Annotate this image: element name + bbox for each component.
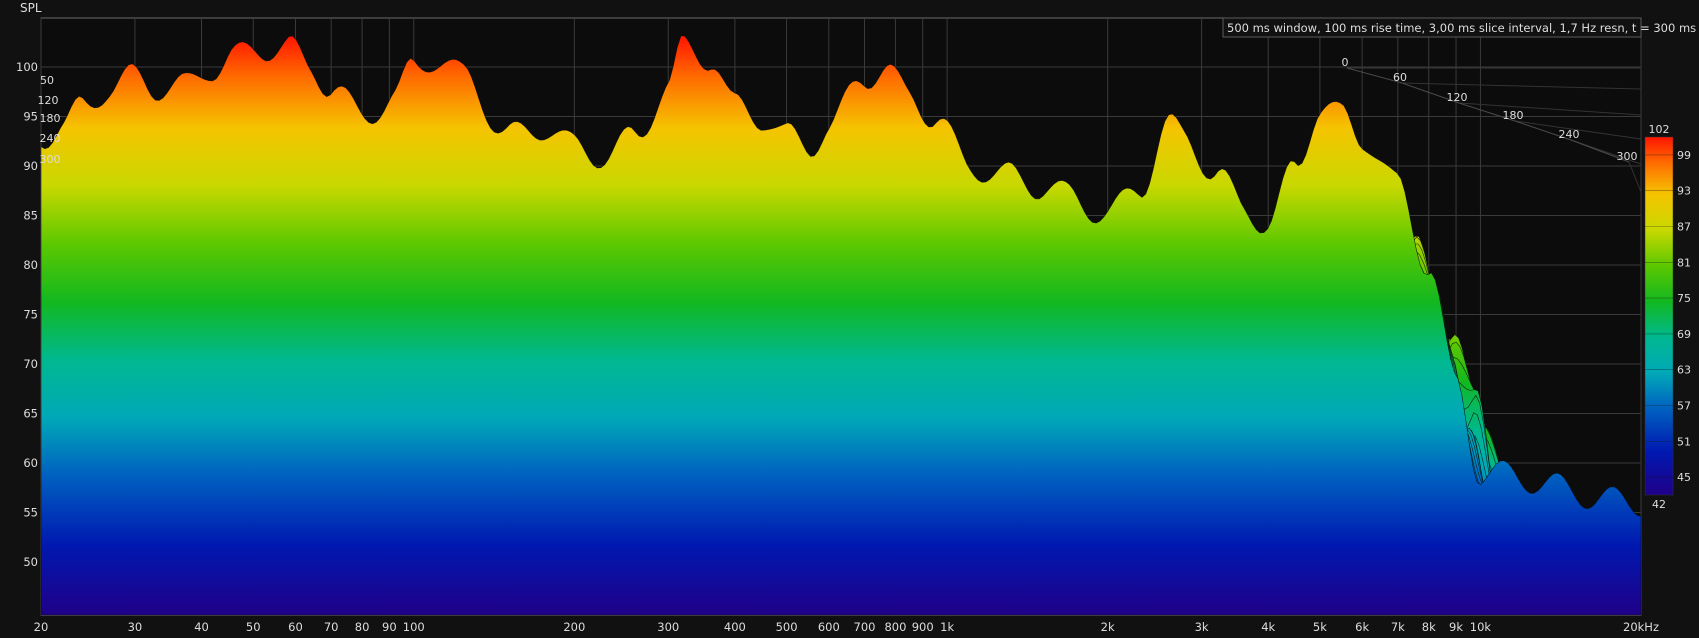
colorbar-tick-label: 99 [1677, 149, 1691, 162]
x-tick-label: 700 [854, 620, 876, 634]
x-tick-label: 2k [1101, 620, 1115, 634]
x-tick-label: 4k [1261, 620, 1275, 634]
colorbar-tick-label: 69 [1677, 328, 1691, 341]
info-text: 500 ms window, 100 ms rise time, 3,00 ms… [1227, 21, 1696, 35]
time-axis-label: 0 [1342, 56, 1349, 69]
y-axis-title: SPL [20, 1, 42, 15]
time-axis-label: 240 [1559, 128, 1580, 141]
x-tick-label: 800 [884, 620, 906, 634]
x-tick-label: 80 [355, 620, 370, 634]
time-axis-label: 120 [1447, 91, 1468, 104]
y-tick-label: 85 [23, 209, 38, 223]
x-tick-label: 30 [128, 620, 143, 634]
colorbar-tick-label: 51 [1677, 435, 1691, 448]
time-axis-label: 60 [1393, 71, 1407, 84]
x-tick-label: 600 [818, 620, 840, 634]
time-axis-label: 180 [1503, 109, 1524, 122]
x-tick-label: 6k [1355, 620, 1369, 634]
x-tick-label: 20kHz [1623, 620, 1659, 634]
colorbar-tick-label: 45 [1677, 471, 1691, 484]
x-tick-label: 400 [724, 620, 746, 634]
colorbar-tick-label: 57 [1677, 400, 1691, 413]
colorbar-tick-label: 102 [1649, 123, 1670, 136]
x-tick-label: 900 [912, 620, 934, 634]
time-axis-label: 300 [1617, 150, 1638, 163]
time-axis-left-label: 50 [40, 74, 54, 87]
y-tick-label: 60 [23, 456, 38, 470]
x-tick-label: 5k [1313, 620, 1327, 634]
y-tick-label: 100 [16, 60, 38, 74]
time-axis-left-label: 240 [40, 132, 61, 145]
x-tick-label: 9k [1449, 620, 1463, 634]
y-tick-label: 75 [23, 308, 38, 322]
y-tick-label: 95 [23, 110, 38, 124]
time-axis-left-label: 300 [40, 153, 61, 166]
x-tick-label: 8k [1422, 620, 1436, 634]
x-tick-label: 200 [563, 620, 585, 634]
x-tick-label: 70 [324, 620, 339, 634]
y-tick-label: 55 [23, 506, 38, 520]
x-tick-label: 100 [403, 620, 425, 634]
x-tick-label: 50 [246, 620, 261, 634]
waterfall-chart: SPL 0 60 120 180 240 300 50 120 180 240 300 100 95 9… [16, 1, 1696, 634]
x-tick-label: 3k [1195, 620, 1209, 634]
x-tick-label: 10k [1470, 620, 1492, 634]
y-axis-ticks: 100 95 90 85 80 75 70 65 60 55 50 [16, 60, 38, 569]
x-tick-label: 300 [657, 620, 679, 634]
info-box: 500 ms window, 100 ms rise time, 3,00 ms… [1222, 17, 1696, 38]
colorbar: 102 99 93 87 81 75 69 63 57 51 45 42 [1644, 123, 1691, 511]
x-axis-ticks: 20 30 40 50 60 70 80 90 100 200 300 400 500 600 700 800… [34, 620, 1659, 634]
y-tick-label: 50 [23, 555, 38, 569]
x-tick-label: 20 [34, 620, 49, 634]
colorbar-tick-label: 63 [1677, 364, 1691, 377]
time-axis-left-label: 120 [38, 94, 59, 107]
y-tick-label: 90 [23, 159, 38, 173]
x-tick-label: 40 [194, 620, 209, 634]
colorbar-tick-label: 87 [1677, 221, 1691, 234]
colorbar-tick-label: 81 [1677, 256, 1691, 269]
y-tick-label: 65 [23, 407, 38, 421]
x-tick-label: 60 [288, 620, 303, 634]
y-tick-label: 80 [23, 258, 38, 272]
colorbar-tick-label: 42 [1652, 498, 1666, 511]
x-tick-label: 500 [776, 620, 798, 634]
x-tick-label: 7k [1391, 620, 1405, 634]
y-tick-label: 70 [23, 357, 38, 371]
x-tick-label: 1k [940, 620, 954, 634]
x-tick-label: 90 [382, 620, 397, 634]
colorbar-tick-label: 75 [1677, 292, 1691, 305]
time-axis-left-label: 180 [40, 112, 61, 125]
colorbar-tick-label: 93 [1677, 185, 1691, 198]
